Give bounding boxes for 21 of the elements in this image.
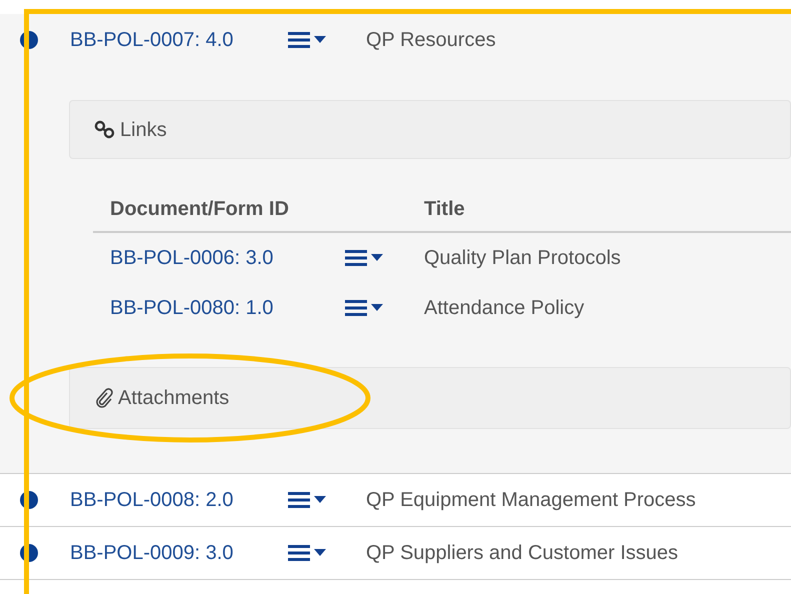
document-link[interactable]: BB-POL-0009: 3.0 [70, 538, 288, 568]
document-link[interactable]: BB-POL-0080: 1.0 [110, 293, 345, 323]
document-title: Quality Plan Protocols [424, 246, 621, 271]
document-title: Attendance Policy [424, 296, 584, 321]
menu-icon [288, 490, 328, 510]
links-heading: Links [120, 118, 167, 142]
document-link[interactable]: BB-POL-0008: 2.0 [70, 485, 288, 515]
column-header: Title [424, 197, 465, 222]
menu-icon [288, 543, 328, 563]
document-title: QP Resources [366, 28, 496, 53]
document-title: QP Suppliers and Customer Issues [366, 541, 678, 566]
document-link[interactable]: BB-POL-0007: 4.0 [70, 25, 288, 55]
document-link[interactable]: BB-POL-0006: 3.0 [110, 243, 345, 273]
menu-icon [288, 30, 328, 50]
column-header: Document/Form ID [110, 197, 290, 222]
menu-icon [345, 298, 385, 318]
menu-icon [345, 248, 385, 268]
attachments-heading: Attachments [118, 386, 230, 411]
document-title: QP Equipment Management Process [366, 488, 696, 513]
paperclip-icon [94, 388, 114, 408]
link-icon [94, 120, 116, 140]
